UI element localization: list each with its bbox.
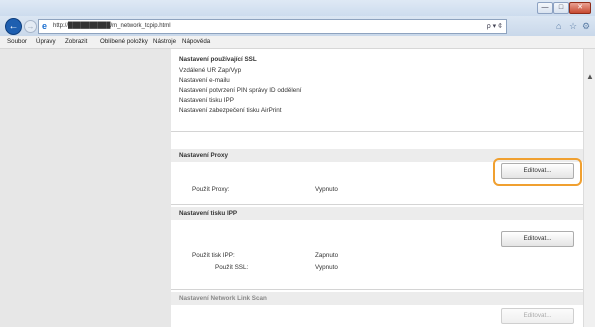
scan-section-title: Nastavení Network Link Scan: [179, 295, 267, 302]
settings-panel: Nastavení používající SSL Vzdálené UR Za…: [171, 49, 583, 327]
minimize-button[interactable]: —: [537, 2, 553, 14]
settings-list-item: Vzdálené UR Zap/Vyp: [179, 67, 242, 74]
navigation-bar: ← → e http://██████████/m_network_tcpip.…: [0, 16, 595, 36]
vertical-scrollbar[interactable]: ▲: [583, 49, 595, 327]
forward-button[interactable]: →: [24, 20, 37, 33]
address-bar[interactable]: e http://██████████/m_network_tcpip.html…: [38, 19, 507, 34]
settings-list-item: Nastavení potvrzení PIN správy ID odděle…: [179, 87, 302, 94]
search-refresh-controls[interactable]: ρ ▾ ¢: [487, 20, 502, 33]
scan-edit-button[interactable]: Editovat...: [501, 308, 574, 324]
ssl-settings-header: Nastavení používající SSL: [179, 56, 257, 63]
use-ssl-label: Použít SSL:: [215, 264, 249, 271]
divider: [171, 131, 583, 132]
close-button[interactable]: ✕: [569, 2, 591, 14]
back-button[interactable]: ←: [5, 18, 22, 35]
menu-bar: Soubor Úpravy Zobrazit Oblíbené položky …: [0, 36, 595, 49]
menu-file[interactable]: Soubor: [7, 36, 27, 48]
window-title-bar: — □ ✕: [0, 0, 595, 16]
use-ssl-value: Vypnuto: [315, 264, 338, 271]
scan-section-header: Nastavení Network Link Scan: [171, 292, 583, 305]
divider: [171, 204, 583, 205]
ipp-section-header: Nastavení tisku IPP: [171, 207, 583, 220]
menu-tools[interactable]: Nástroje: [153, 36, 176, 48]
divider: [171, 289, 583, 290]
proxy-edit-button[interactable]: Editovat...: [501, 163, 574, 179]
use-proxy-value: Vypnuto: [315, 186, 338, 193]
maximize-button[interactable]: □: [553, 2, 569, 14]
home-icon[interactable]: ⌂: [556, 21, 561, 31]
scroll-up-arrow-icon[interactable]: ▲: [586, 72, 594, 81]
menu-favorites[interactable]: Oblíbené položky: [100, 36, 148, 48]
use-proxy-label: Použít Proxy:: [192, 186, 230, 193]
settings-list-item: Nastavení zabezpečení tisku AirPrint: [179, 107, 282, 114]
menu-edit[interactable]: Úpravy: [36, 36, 56, 48]
settings-list-item: Nastavení e-mailu: [179, 77, 230, 84]
ipp-edit-button[interactable]: Editovat...: [501, 231, 574, 247]
ie-page-icon: e: [42, 21, 48, 31]
settings-list-item: Nastavení tisku IPP: [179, 97, 234, 104]
page-content: Nastavení používající SSL Vzdálené UR Za…: [0, 49, 595, 327]
address-url: http://██████████/m_network_tcpip.html: [53, 23, 171, 29]
menu-view[interactable]: Zobrazit: [65, 36, 87, 48]
menu-help[interactable]: Nápověda: [182, 36, 210, 48]
use-ipp-value: Zapnuto: [315, 252, 339, 259]
ipp-section-title: Nastavení tisku IPP: [179, 210, 238, 217]
gear-icon[interactable]: ⚙: [582, 21, 590, 31]
favorites-star-icon[interactable]: ☆: [569, 21, 577, 31]
use-ipp-label: Použít tisk IPP:: [192, 252, 235, 259]
proxy-section-title: Nastavení Proxy: [179, 152, 229, 159]
